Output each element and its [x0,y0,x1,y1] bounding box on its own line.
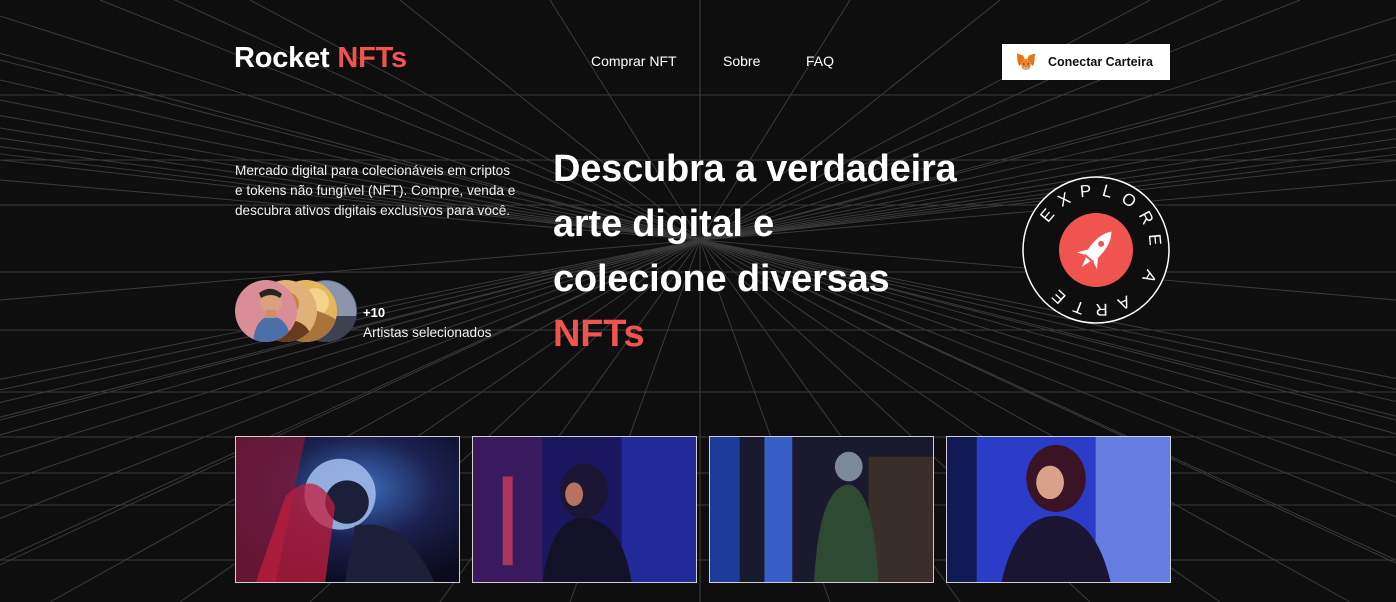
artists-avatars[interactable] [235,280,365,344]
astronaut-photo-2 [473,437,696,582]
nav-comprar-nft[interactable]: Comprar NFT [591,53,677,69]
logo-text: Rocket [234,42,330,74]
artists-label: Artistas selecionados [363,325,492,340]
nav-sobre[interactable]: Sobre [723,53,760,69]
metamask-fox-icon [1017,53,1035,70]
avatar [235,280,297,342]
headline-line: arte digital e [553,203,775,245]
nft-card[interactable] [235,436,460,583]
intro-text: Mercado digital para colecionáveis em cr… [235,163,516,218]
connect-wallet-button[interactable]: Conectar Carteira [1002,44,1170,80]
nft-card[interactable] [472,436,697,583]
explore-art-badge[interactable]: EXPLORE A ARTE [1022,176,1170,324]
headline-line: colecione diversas [553,258,890,300]
astronaut-photo-4 [947,437,1170,582]
nft-gallery [235,436,1171,583]
connect-wallet-label: Conectar Carteira [1048,55,1153,69]
nft-card[interactable] [946,436,1171,583]
nft-card[interactable] [709,436,934,583]
logo-accent: NFTs [337,42,407,74]
hero-headline: Descubra a verdadeira arte digital e col… [553,142,1023,362]
headline-line: Descubra a verdadeira [553,148,957,190]
astronaut-photo-1 [236,437,459,582]
brand-logo[interactable]: Rocket NFTs [234,42,407,75]
nav-faq[interactable]: FAQ [806,53,834,69]
headline-accent: NFTs [553,313,645,355]
artists-count: +10 [363,305,386,320]
astronaut-photo-3 [710,437,933,582]
